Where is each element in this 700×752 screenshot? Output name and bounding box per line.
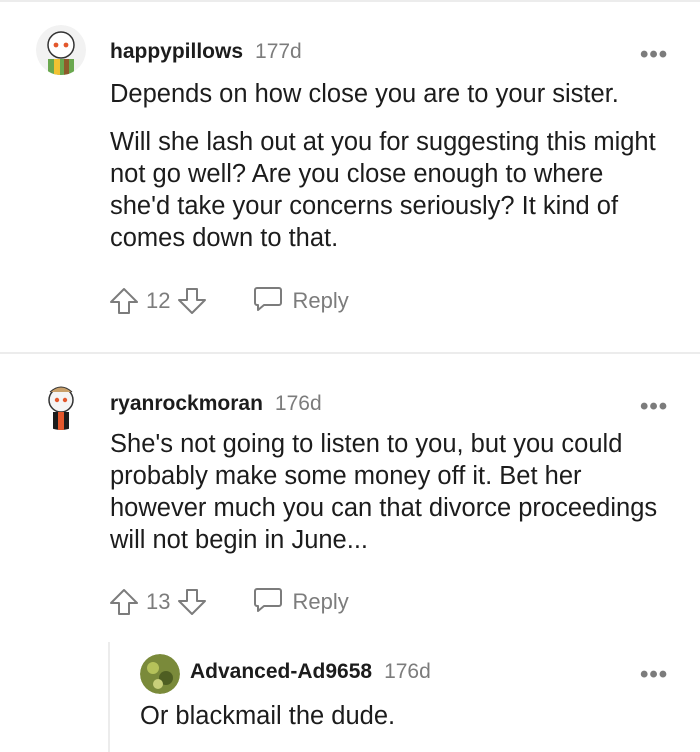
comment-body: Or blackmail the dude. bbox=[140, 700, 700, 748]
reply-button[interactable]: Reply bbox=[252, 283, 349, 319]
comment-meta: ryanrockmoran 176d bbox=[110, 392, 322, 416]
upvote-icon[interactable] bbox=[108, 587, 140, 617]
reply-button[interactable]: Reply bbox=[252, 584, 349, 620]
more-options-icon[interactable]: ••• bbox=[640, 663, 668, 687]
username[interactable]: Advanced-Ad9658 bbox=[190, 660, 372, 684]
comment-meta: happypillows 177d bbox=[110, 40, 302, 64]
comment-bubble-icon bbox=[252, 283, 284, 319]
comment-age: 177d bbox=[255, 40, 302, 63]
vote-count: 12 bbox=[146, 288, 171, 313]
avatar[interactable] bbox=[140, 654, 180, 694]
comment-actions: 13 Reply bbox=[108, 584, 349, 620]
comment-ryanrockmoran: ryanrockmoran 176d ••• She's not going t… bbox=[0, 352, 700, 752]
comment-body: Depends on how close you are to your sis… bbox=[110, 78, 670, 270]
comment-body: She's not going to listen to you, but yo… bbox=[110, 428, 670, 572]
reply-label: Reply bbox=[292, 288, 349, 313]
vote-controls: 13 bbox=[108, 587, 208, 617]
avatar[interactable] bbox=[36, 25, 86, 75]
vote-count: 13 bbox=[146, 589, 171, 614]
comment-age: 176d bbox=[384, 660, 431, 683]
comment-meta: Advanced-Ad9658 176d bbox=[190, 660, 431, 684]
vote-controls: 12 bbox=[108, 286, 208, 316]
thread-line[interactable] bbox=[108, 642, 110, 752]
downvote-icon[interactable] bbox=[176, 587, 208, 617]
username[interactable]: happypillows bbox=[110, 40, 243, 64]
avatar[interactable] bbox=[36, 380, 86, 430]
downvote-icon[interactable] bbox=[176, 286, 208, 316]
upvote-icon[interactable] bbox=[108, 286, 140, 316]
comment-paragraph: Or blackmail the dude. bbox=[140, 702, 396, 730]
more-options-icon[interactable]: ••• bbox=[640, 395, 668, 419]
comment-happypillows: happypillows 177d ••• Depends on how clo… bbox=[0, 0, 700, 352]
comment-paragraph: She's not going to listen to you, but yo… bbox=[110, 430, 658, 554]
comment-paragraph: Will she lash out at you for suggesting … bbox=[110, 128, 656, 252]
comment-paragraph: Depends on how close you are to your sis… bbox=[110, 80, 619, 108]
reply-label: Reply bbox=[292, 589, 349, 614]
comment-age: 176d bbox=[274, 392, 322, 415]
more-options-icon[interactable]: ••• bbox=[640, 43, 668, 67]
comment-actions: 12 Reply bbox=[108, 283, 349, 319]
username[interactable]: ryanrockmoran bbox=[110, 392, 263, 416]
comment-bubble-icon bbox=[252, 584, 284, 620]
